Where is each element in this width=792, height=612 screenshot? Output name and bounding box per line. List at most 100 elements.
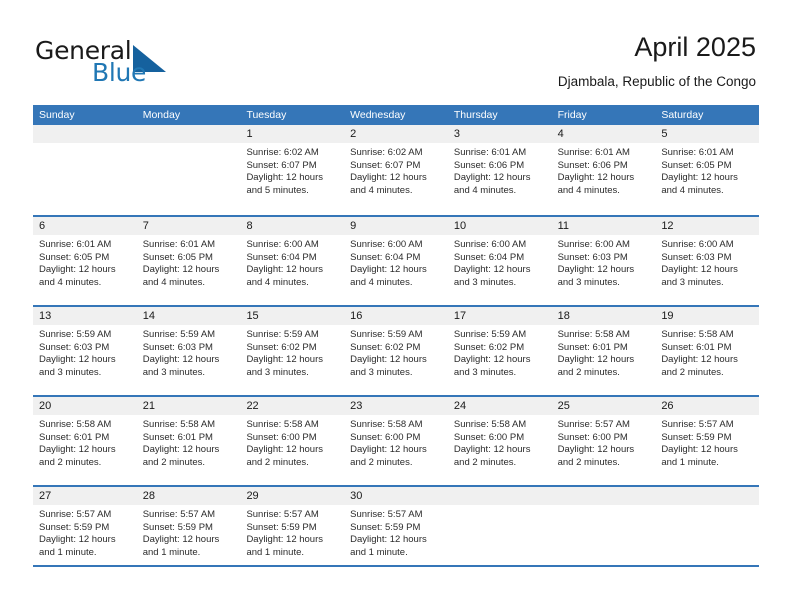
day-number <box>33 125 137 143</box>
daylight-text-line1: Daylight: 12 hours <box>246 264 324 275</box>
day-number: 2 <box>344 125 448 143</box>
daylight-text-line1: Daylight: 12 hours <box>350 444 427 455</box>
day-cell[interactable]: 4 Sunrise: 6:01 AM Sunset: 6:06 PM Daylight… <box>551 125 656 215</box>
sunrise-text: Sunrise: 5:58 AM <box>39 419 112 430</box>
daylight-text-line1: Daylight: 12 hours <box>350 534 427 545</box>
daylight-text-line1: Daylight: 12 hours <box>661 172 738 183</box>
sunset-text: Sunset: 6:07 PM <box>246 159 317 171</box>
day-cell-empty <box>447 487 552 575</box>
weekday-header-sunday: Sunday <box>39 109 75 121</box>
day-cell[interactable]: 6 Sunrise: 6:01 AM Sunset: 6:05 PM Daylight… <box>33 217 137 305</box>
daylight-text-line1: Daylight: 12 hours <box>557 264 635 275</box>
sunset-text: Sunset: 5:59 PM <box>350 521 421 533</box>
daylight-text-line1: Daylight: 12 hours <box>246 444 324 455</box>
day-sun-info: Sunrise: 6:01 AM Sunset: 6:05 PM Daylight:… <box>137 235 241 289</box>
day-cell[interactable]: 18 Sunrise: 5:58 AM Sunset: 6:01 PM Dayligh… <box>551 307 656 395</box>
daylight-text-line2: and 3 minutes. <box>453 366 517 378</box>
day-cell[interactable]: 20 Sunrise: 5:58 AM Sunset: 6:01 PM Dayligh… <box>33 397 137 485</box>
day-cell[interactable]: 23 Sunrise: 5:58 AM Sunset: 6:00 PM Dayligh… <box>344 397 448 485</box>
daylight-text-line2: and 1 minute. <box>142 546 201 558</box>
day-cell[interactable]: 11 Sunrise: 6:00 AM Sunset: 6:03 PM Dayligh… <box>551 217 656 305</box>
daylight-text-line1: Daylight: 12 hours <box>39 444 116 455</box>
sunrise-text: Sunrise: 6:02 AM <box>350 147 423 158</box>
calendar-week-row: 13 Sunrise: 5:59 AM Sunset: 6:03 PM Dayligh… <box>33 305 760 395</box>
sunrise-text: Sunrise: 6:02 AM <box>246 147 319 158</box>
sunrise-text: Sunrise: 5:57 AM <box>350 509 423 520</box>
calendar-week-row: 6 Sunrise: 6:01 AM Sunset: 6:05 PM Daylight… <box>33 215 760 305</box>
sunset-text: Sunset: 5:59 PM <box>142 521 213 533</box>
logo-text-blue: Blue <box>92 58 147 87</box>
daylight-text-line1: Daylight: 12 hours <box>142 264 220 275</box>
daylight-text-line1: Daylight: 12 hours <box>142 444 220 455</box>
sunrise-text: Sunrise: 6:01 AM <box>453 147 527 158</box>
day-cell[interactable]: 5 Sunrise: 6:01 AM Sunset: 6:05 PM Daylight… <box>655 125 760 215</box>
day-number: 20 <box>33 397 137 415</box>
general-blue-logo[interactable]: General Blue <box>35 36 215 88</box>
day-cell[interactable]: 25 Sunrise: 5:57 AM Sunset: 6:00 PM Dayligh… <box>551 397 656 485</box>
daylight-text-line2: and 4 minutes. <box>557 184 620 196</box>
day-cell[interactable]: 7 Sunrise: 6:01 AM Sunset: 6:05 PM Daylight… <box>136 217 241 305</box>
daylight-text-line2: and 2 minutes. <box>39 456 102 468</box>
day-cell[interactable]: 16 Sunrise: 5:59 AM Sunset: 6:02 PM Dayligh… <box>344 307 448 395</box>
day-sun-info: Sunrise: 5:58 AM Sunset: 6:00 PM Daylight:… <box>344 415 448 469</box>
sunset-text: Sunset: 6:01 PM <box>661 341 732 353</box>
day-cell[interactable]: 27 Sunrise: 5:57 AM Sunset: 5:59 PM Dayligh… <box>33 487 137 575</box>
day-cell[interactable]: 9 Sunrise: 6:00 AM Sunset: 6:04 PM Daylight… <box>344 217 448 305</box>
day-cell[interactable]: 24 Sunrise: 5:58 AM Sunset: 6:00 PM Dayligh… <box>447 397 552 485</box>
calendar-page: General Blue April 2025 Djambala, Republ… <box>0 0 792 612</box>
page-subtitle: Djambala, Republic of the Congo <box>557 74 756 89</box>
sunset-text: Sunset: 6:03 PM <box>661 251 732 263</box>
daylight-text-line2: and 2 minutes. <box>557 456 620 468</box>
day-number: 25 <box>551 397 656 415</box>
day-sun-info: Sunrise: 5:57 AM Sunset: 5:59 PM Daylight:… <box>655 415 759 469</box>
daylight-text-line2: and 1 minute. <box>246 546 305 558</box>
day-cell[interactable]: 13 Sunrise: 5:59 AM Sunset: 6:03 PM Dayligh… <box>33 307 137 395</box>
day-cell[interactable]: 1 Sunrise: 6:02 AM Sunset: 6:07 PM Daylight… <box>240 125 345 215</box>
day-number <box>655 487 760 505</box>
day-cell[interactable]: 14 Sunrise: 5:59 AM Sunset: 6:03 PM Dayligh… <box>136 307 241 395</box>
day-cell[interactable]: 2 Sunrise: 6:02 AM Sunset: 6:07 PM Daylight… <box>344 125 448 215</box>
day-cell[interactable]: 30 Sunrise: 5:57 AM Sunset: 5:59 PM Dayligh… <box>344 487 448 575</box>
sunset-text: Sunset: 6:01 PM <box>557 341 628 353</box>
day-cell[interactable]: 10 Sunrise: 6:00 AM Sunset: 6:04 PM Dayligh… <box>447 217 552 305</box>
sunset-text: Sunset: 5:59 PM <box>661 431 732 443</box>
sunset-text: Sunset: 6:04 PM <box>350 251 421 263</box>
day-sun-info: Sunrise: 6:00 AM Sunset: 6:03 PM Daylight:… <box>552 235 656 289</box>
day-cell[interactable]: 28 Sunrise: 5:57 AM Sunset: 5:59 PM Dayligh… <box>136 487 241 575</box>
day-number: 16 <box>344 307 448 325</box>
day-cell[interactable]: 15 Sunrise: 5:59 AM Sunset: 6:02 PM Dayligh… <box>240 307 345 395</box>
page-header: General Blue April 2025 Djambala, Republ… <box>0 0 792 100</box>
daylight-text-line2: and 4 minutes. <box>39 276 102 288</box>
daylight-text-line2: and 2 minutes. <box>142 456 206 468</box>
day-sun-info: Sunrise: 5:59 AM Sunset: 6:02 PM Daylight:… <box>344 325 448 379</box>
day-sun-info: Sunrise: 6:02 AM Sunset: 6:07 PM Daylight:… <box>240 143 344 197</box>
daylight-text-line2: and 4 minutes. <box>350 276 413 288</box>
sunset-text: Sunset: 6:05 PM <box>142 251 213 263</box>
sunset-text: Sunset: 6:07 PM <box>350 159 421 171</box>
day-number: 30 <box>344 487 448 505</box>
day-cell[interactable]: 8 Sunrise: 6:00 AM Sunset: 6:04 PM Daylight… <box>240 217 345 305</box>
day-sun-info: Sunrise: 6:01 AM Sunset: 6:06 PM Daylight:… <box>552 143 656 197</box>
day-cell[interactable]: 21 Sunrise: 5:58 AM Sunset: 6:01 PM Dayligh… <box>136 397 241 485</box>
sunrise-text: Sunrise: 5:59 AM <box>453 329 527 340</box>
day-sun-info: Sunrise: 6:00 AM Sunset: 6:04 PM Daylight:… <box>240 235 344 289</box>
daylight-text-line2: and 4 minutes. <box>142 276 206 288</box>
day-cell[interactable]: 22 Sunrise: 5:58 AM Sunset: 6:00 PM Dayligh… <box>240 397 345 485</box>
sunset-text: Sunset: 6:02 PM <box>453 341 525 353</box>
day-cell[interactable]: 12 Sunrise: 6:00 AM Sunset: 6:03 PM Dayligh… <box>655 217 760 305</box>
day-cell[interactable]: 3 Sunrise: 6:01 AM Sunset: 6:06 PM Daylight… <box>447 125 552 215</box>
day-cell[interactable]: 17 Sunrise: 5:59 AM Sunset: 6:02 PM Dayligh… <box>447 307 552 395</box>
sunrise-text: Sunrise: 6:00 AM <box>453 239 527 250</box>
daylight-text-line2: and 1 minute. <box>350 546 408 558</box>
day-sun-info: Sunrise: 5:57 AM Sunset: 5:59 PM Daylight:… <box>240 505 344 559</box>
day-cell[interactable]: 29 Sunrise: 5:57 AM Sunset: 5:59 PM Dayligh… <box>240 487 345 575</box>
day-sun-info: Sunrise: 5:58 AM Sunset: 6:00 PM Daylight:… <box>240 415 344 469</box>
sunrise-text: Sunrise: 5:58 AM <box>142 419 216 430</box>
day-cell[interactable]: 19 Sunrise: 5:58 AM Sunset: 6:01 PM Dayligh… <box>655 307 760 395</box>
daylight-text-line1: Daylight: 12 hours <box>453 444 531 455</box>
daylight-text-line1: Daylight: 12 hours <box>142 534 220 545</box>
daylight-text-line1: Daylight: 12 hours <box>350 354 427 365</box>
daylight-text-line2: and 2 minutes. <box>246 456 309 468</box>
day-cell[interactable]: 26 Sunrise: 5:57 AM Sunset: 5:59 PM Dayligh… <box>655 397 760 485</box>
day-number: 10 <box>447 217 552 235</box>
